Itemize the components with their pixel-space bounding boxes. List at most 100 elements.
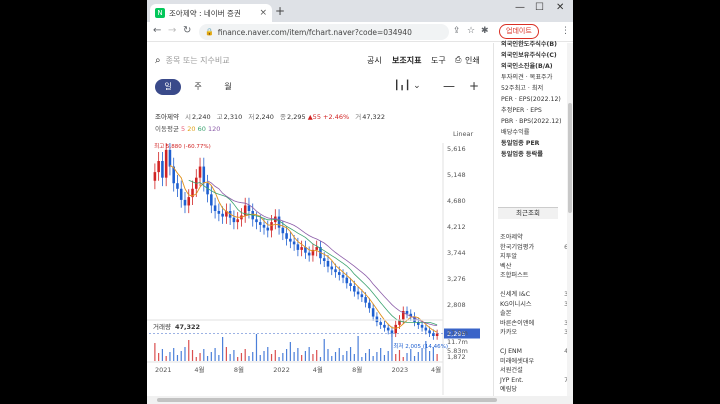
horizontal-scrollbar[interactable] — [147, 396, 573, 404]
horizontal-scroll-thumb[interactable] — [157, 398, 497, 402]
open-price: 2,240 — [191, 113, 211, 121]
zoom-out-icon[interactable]: — — [443, 79, 455, 93]
volume-bar — [165, 356, 167, 361]
menu-disclosure[interactable]: 공시 — [367, 55, 382, 66]
recent-stock-item[interactable]: 벡산 — [494, 262, 572, 272]
window-close-icon[interactable]: ✕ — [556, 2, 564, 13]
reload-icon[interactable]: ↻ — [183, 25, 191, 36]
bookmark-star-icon[interactable]: ☆ — [467, 26, 475, 36]
candle-body — [247, 205, 251, 211]
scroll-thumb[interactable] — [568, 103, 572, 213]
stock-info-row: 외국인보유주식수(C) — [501, 52, 557, 59]
share-icon[interactable]: ⇪ — [453, 26, 461, 36]
candle-body — [345, 277, 349, 284]
candle-body — [266, 227, 270, 231]
recent-views-header[interactable]: 최근조회 — [498, 207, 558, 219]
recent-stock-item[interactable]: KG이니시스3 — [494, 300, 572, 310]
volume-bar — [173, 348, 175, 361]
candle-body — [428, 330, 431, 334]
recent-stock-item[interactable]: 바른손이앤에3 — [494, 319, 572, 329]
compare-search[interactable]: ⌕ 종목 또는 지수비교 — [155, 55, 230, 66]
recent-stock-item[interactable]: 신세계 I&C3 — [494, 290, 572, 300]
more-menu-icon[interactable]: ⋮ — [561, 26, 570, 36]
candle-body — [179, 188, 183, 200]
volume-bar — [308, 347, 310, 361]
recent-stock-item[interactable]: 솔본 — [494, 309, 572, 319]
period-week[interactable]: 주 — [185, 79, 211, 95]
volume-bar — [263, 351, 265, 361]
volume-bar — [361, 357, 363, 361]
ma-5: 5 — [181, 125, 186, 133]
volume-bar — [274, 350, 276, 361]
volume-bar — [316, 350, 318, 361]
recent-stock-item[interactable]: 조합퍼스트 — [494, 271, 572, 281]
candle-body — [356, 291, 360, 295]
recent-stock-name: 신세계 I&C — [500, 291, 531, 298]
price-chart[interactable]: 5,6165,1484,6804,2123,7443,2762,8081,872… — [147, 143, 493, 398]
forward-icon[interactable]: → — [168, 25, 176, 36]
zoom-in-icon[interactable]: + — [469, 79, 479, 93]
candle-type-icon[interactable]: ┃╻┃ ⌄ — [394, 81, 421, 91]
volume-bar — [357, 336, 359, 361]
candle-body — [375, 316, 379, 323]
volume-bar — [206, 356, 209, 361]
menu-tools[interactable]: 도구 — [431, 55, 446, 66]
recent-stock-name: JYP Ent. — [500, 376, 524, 384]
address-bar[interactable]: 🔒 finance.naver.com/item/fchart.naver?co… — [199, 24, 449, 40]
minimize-icon[interactable]: — — [515, 2, 525, 13]
recent-stock-item[interactable]: 조아제약 — [494, 233, 572, 243]
volume-bar — [353, 354, 355, 361]
maximize-icon[interactable]: ☐ — [535, 2, 544, 13]
recent-stock-item[interactable]: JYP Ent.7 — [494, 376, 572, 386]
volume-bar — [225, 347, 227, 361]
recent-stock-item[interactable]: 미래에셋대우 — [494, 357, 572, 367]
new-tab-icon[interactable]: + — [275, 4, 285, 18]
candle-body — [217, 211, 221, 214]
candle-body — [292, 241, 296, 245]
recent-stock-item[interactable]: 예림당 — [494, 385, 572, 395]
recent-stock-name: 벡산 — [500, 262, 512, 270]
volume-bar — [417, 352, 419, 361]
scale-mode-select[interactable]: Linear — [453, 130, 473, 138]
sidebar-scrollbar[interactable] — [567, 43, 573, 404]
volume-bar — [383, 355, 386, 361]
browser-tab[interactable]: N 조아제약 : 네이버 증권 × — [150, 4, 272, 22]
recent-stock-name: KG이니시스 — [500, 300, 532, 308]
stock-info-row: 외국인소진율(B/A) — [501, 63, 553, 70]
url-text: finance.naver.com/item/fchart.naver?code… — [217, 27, 412, 37]
volume-bar — [255, 334, 258, 361]
tab-close-icon[interactable]: × — [259, 8, 267, 18]
x-axis-tick: 8월 — [352, 365, 362, 374]
period-day[interactable]: 일 — [155, 79, 181, 95]
menu-print[interactable]: 인쇄 — [465, 55, 480, 66]
recent-stock-item[interactable]: 한국기업평가6 — [494, 243, 572, 253]
candle-body — [353, 286, 356, 292]
quote-summary: 조아제약 시2,240 고2,310 저2,240 종2,295 ▲55 +2.… — [155, 113, 385, 121]
candle-body — [330, 266, 334, 270]
back-icon[interactable]: ← — [153, 25, 161, 36]
recent-stock-item[interactable] — [494, 338, 572, 348]
volume-bar — [368, 349, 370, 361]
candle-body — [153, 172, 157, 181]
high-price: 2,310 — [223, 113, 243, 121]
extensions-icon[interactable]: ✱ — [481, 26, 489, 36]
menu-indicators[interactable]: 보조지표 — [392, 55, 421, 66]
recent-stock-item[interactable]: 지투알 — [494, 252, 572, 262]
volume-bar — [203, 349, 205, 361]
change-percent: +2.46% — [323, 113, 350, 121]
recent-stock-item[interactable]: 서원건설 — [494, 366, 572, 376]
volume-bar — [218, 355, 220, 361]
browser-window: N 조아제약 : 네이버 증권 × + — ☐ ✕ ← → ↻ 🔒 financ… — [147, 0, 573, 404]
recent-stock-item[interactable] — [494, 281, 572, 291]
recent-views-list: 조아제약한국기업평가6지투알벡산조합퍼스트신세계 I&C3KG이니시스3솔본바른… — [494, 233, 572, 395]
candle-body — [394, 324, 398, 334]
print-icon[interactable]: ⎙ — [455, 55, 461, 65]
volume-bar — [301, 355, 303, 361]
volume-bar — [391, 333, 393, 361]
volume-bar — [349, 347, 352, 361]
volume-value: 47,322 — [362, 113, 385, 121]
update-button[interactable]: 업데이트 — [499, 24, 539, 39]
recent-stock-item[interactable]: CJ ENM4 — [494, 347, 572, 357]
recent-stock-item[interactable]: 카카오3 — [494, 328, 572, 338]
period-month[interactable]: 월 — [215, 79, 241, 95]
